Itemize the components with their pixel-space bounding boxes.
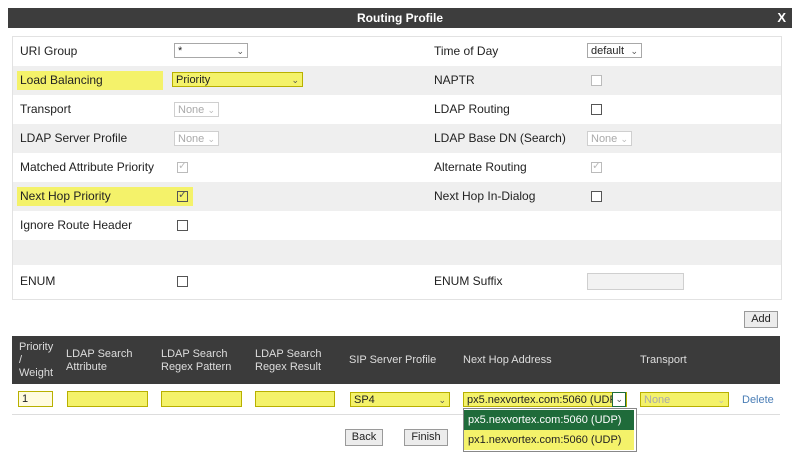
form-row-enum: ENUM ENUM Suffix [13, 267, 781, 296]
chevron-down-icon: ⌄ [207, 105, 215, 115]
transport-row-value: None [644, 394, 671, 406]
enum-checkbox[interactable] [177, 276, 188, 287]
next-hop-table-header: Priority / Weight LDAP Search Attribute … [12, 336, 780, 384]
form-row-spacer [13, 240, 781, 265]
delete-link[interactable]: Delete [742, 394, 774, 406]
time-of-day-label: Time of Day [434, 44, 499, 58]
table-row: 1 SP4 ⌄ px5.nexvortex.com:5060 (UDP) ⌄ N… [12, 384, 780, 415]
form-row-uri-group: URI Group * ⌄ Time of Day default ⌄ [13, 37, 781, 66]
ldap-routing-label: LDAP Routing [434, 102, 510, 116]
enum-label: ENUM [20, 274, 56, 288]
chevron-down-icon: ⌄ [291, 75, 299, 85]
form-row-ignore-route-header: Ignore Route Header [13, 211, 781, 240]
ignore-route-header-label: Ignore Route Header [20, 218, 133, 232]
dropdown-option-px1[interactable]: px1.nexvortex.com:5060 (UDP) [464, 430, 634, 450]
ldap-regex-pattern-input[interactable] [161, 391, 242, 407]
form-row-next-hop-priority: Next Hop Priority ✓ Next Hop In-Dialog [13, 182, 781, 211]
matched-attribute-priority-label: Matched Attribute Priority [20, 160, 155, 174]
chevron-down-icon: ⌄ [438, 395, 446, 405]
chevron-down-icon: ⌄ [620, 134, 628, 144]
ldap-server-profile-select[interactable]: None ⌄ [174, 131, 219, 146]
priority-weight-input[interactable]: 1 [18, 391, 53, 407]
naptr-label: NAPTR [434, 73, 475, 87]
checkmark-icon: ✓ [178, 160, 188, 172]
transport-row-select[interactable]: None ⌄ [640, 392, 729, 407]
window-title-bar: Routing Profile X [8, 8, 792, 28]
window-title: Routing Profile [357, 11, 443, 25]
next-hop-address-select[interactable]: px5.nexvortex.com:5060 (UDP) ⌄ [463, 392, 627, 407]
form-row-load-balancing: Load Balancing Priority ⌄ NAPTR [13, 66, 781, 95]
sip-server-profile-value: SP4 [354, 394, 375, 406]
enum-suffix-input[interactable] [587, 273, 684, 290]
ignore-route-header-checkbox[interactable] [177, 220, 188, 231]
alternate-routing-label: Alternate Routing [434, 160, 527, 174]
matched-attribute-priority-checkbox[interactable]: ✓ [177, 160, 188, 173]
transport-value: None [178, 104, 205, 116]
transport-label: Transport [20, 102, 71, 116]
next-hop-in-dialog-checkbox[interactable] [591, 191, 602, 202]
close-button[interactable]: X [777, 10, 786, 25]
checkmark-icon: ✓ [178, 189, 188, 201]
ldap-base-dn-label: LDAP Base DN (Search) [434, 131, 566, 145]
ldap-server-profile-label: LDAP Server Profile [20, 131, 128, 145]
ldap-search-attribute-input[interactable] [67, 391, 148, 407]
alternate-routing-checkbox[interactable]: ✓ [591, 160, 602, 173]
uri-group-select[interactable]: * ⌄ [174, 43, 248, 58]
enum-suffix-label: ENUM Suffix [434, 274, 503, 288]
chevron-down-icon: ⌄ [630, 46, 638, 56]
form-row-transport: Transport None ⌄ LDAP Routing [13, 95, 781, 124]
dropdown-option-px5[interactable]: px5.nexvortex.com:5060 (UDP) [464, 410, 634, 430]
load-balancing-label: Load Balancing [17, 71, 163, 90]
col-next-hop-address-header: Next Hop Address [463, 354, 552, 366]
ldap-base-dn-select[interactable]: None ⌄ [587, 131, 632, 146]
next-hop-priority-label: Next Hop Priority [17, 187, 193, 206]
col-ldap-search-attribute-header: LDAP Search Attribute [66, 348, 133, 373]
add-button[interactable]: Add [744, 311, 778, 328]
col-sip-server-profile-header: SIP Server Profile [349, 354, 437, 366]
ldap-routing-checkbox[interactable] [591, 104, 602, 115]
time-of-day-select[interactable]: default ⌄ [587, 43, 642, 58]
load-balancing-value: Priority [176, 74, 211, 86]
form-row-ldap-server-profile: LDAP Server Profile None ⌄ LDAP Base DN … [13, 124, 781, 153]
col-transport-header: Transport [640, 354, 687, 366]
next-hop-priority-checkbox[interactable]: ✓ [177, 189, 188, 202]
col-ldap-regex-pattern-header: LDAP Search Regex Pattern [161, 348, 232, 373]
ldap-server-profile-value: None [178, 133, 205, 145]
sip-server-profile-select[interactable]: SP4 ⌄ [350, 392, 450, 407]
chevron-down-icon: ⌄ [612, 392, 626, 407]
transport-select[interactable]: None ⌄ [174, 102, 219, 117]
finish-button[interactable]: Finish [404, 429, 448, 446]
col-priority-weight-header: Priority / Weight [19, 341, 54, 379]
load-balancing-select[interactable]: Priority ⌄ [172, 72, 303, 87]
uri-group-label: URI Group [20, 44, 78, 58]
back-button[interactable]: Back [345, 429, 383, 446]
chevron-down-icon: ⌄ [207, 134, 215, 144]
naptr-checkbox[interactable] [591, 75, 602, 86]
ldap-base-dn-value: None [591, 133, 618, 145]
chevron-down-icon: ⌄ [236, 46, 244, 56]
routing-profile-form: URI Group * ⌄ Time of Day default ⌄ Load… [12, 36, 782, 300]
time-of-day-value: default [591, 45, 625, 57]
form-row-matched-attribute-priority: Matched Attribute Priority ✓ Alternate R… [13, 153, 781, 182]
next-hop-address-dropdown: px5.nexvortex.com:5060 (UDP) px1.nexvort… [463, 408, 637, 452]
next-hop-in-dialog-label: Next Hop In-Dialog [434, 189, 536, 203]
chevron-down-icon: ⌄ [717, 395, 725, 405]
checkmark-icon: ✓ [592, 160, 602, 172]
next-hop-address-value: px5.nexvortex.com:5060 (UDP) [467, 394, 621, 406]
uri-group-value: * [178, 45, 183, 57]
ldap-regex-result-input[interactable] [255, 391, 335, 407]
col-ldap-regex-result-header: LDAP Search Regex Result [255, 348, 322, 373]
